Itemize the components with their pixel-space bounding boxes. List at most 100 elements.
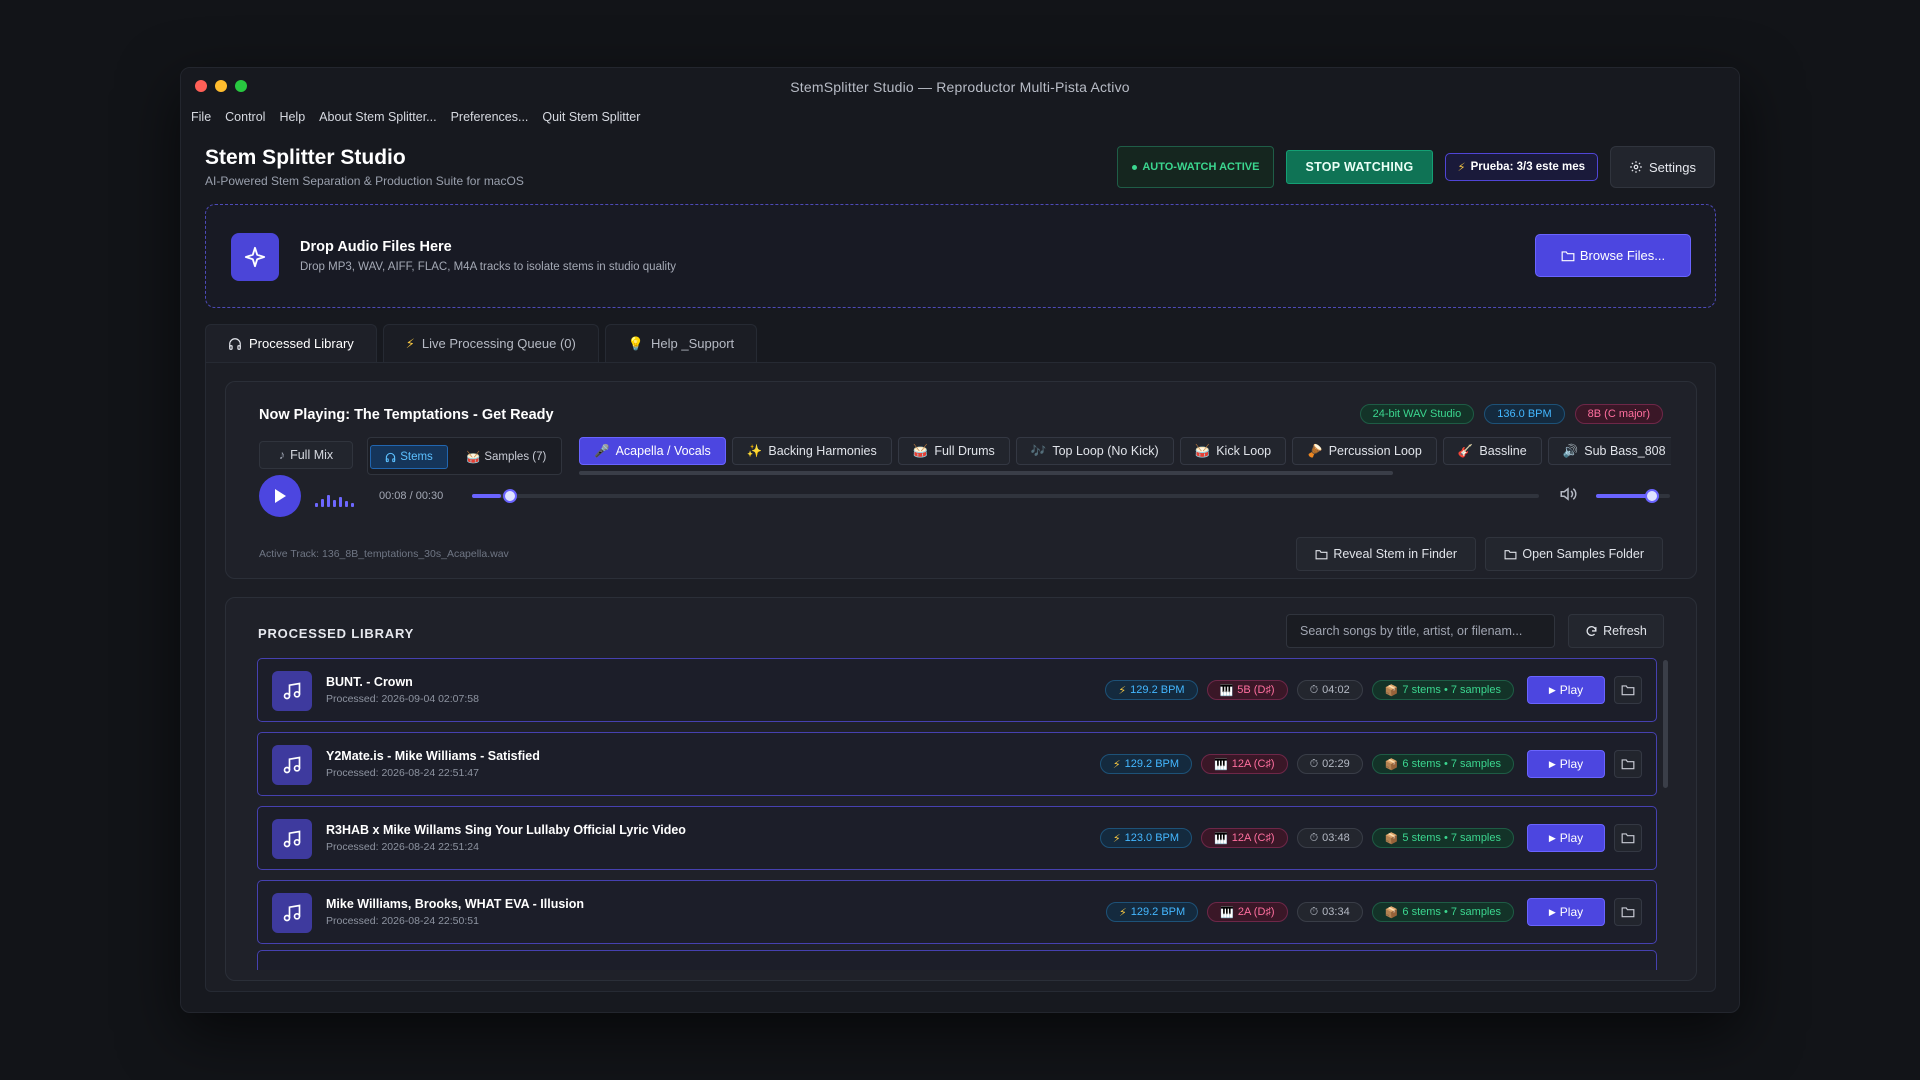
view-toggle: Stems 🥁 Samples (7) [367, 437, 562, 475]
stem-chip-label: Backing Harmonies [768, 444, 877, 458]
volume-icon[interactable] [1559, 486, 1577, 502]
stem-chip-6[interactable]: 🎸 Bassline [1442, 437, 1542, 465]
stem-icon: 🪘 [1307, 443, 1323, 458]
menu-file[interactable]: File [191, 110, 211, 124]
open-samples-folder-button[interactable]: Open Samples Folder [1485, 537, 1663, 571]
play-icon [275, 489, 286, 503]
stems-count-badge: 📦 5 stems • 7 samples [1371, 828, 1514, 848]
list-item[interactable]: Mike Williams, Brooks, WHAT EVA - Illusi… [257, 880, 1657, 944]
open-folder-button[interactable] [1614, 750, 1642, 778]
stem-chip-5[interactable]: 🪘 Percussion Loop [1292, 437, 1437, 465]
maximize-window-button[interactable] [235, 80, 247, 92]
stem-chip-7[interactable]: 🔊 Sub Bass_808 [1547, 437, 1671, 465]
seek-handle[interactable] [502, 489, 517, 503]
stem-controls: ♪ Full Mix Stems 🥁 Samples (7) 🎤 Acapella… [259, 437, 1671, 477]
piano-icon: 🎹 [1214, 758, 1228, 771]
library-title: PROCESSED LIBRARY [258, 626, 415, 641]
list-item[interactable]: BUNT. - Crown Processed: 2026-09-04 02:07… [257, 658, 1657, 722]
bpm-value: 123.0 BPM [1124, 832, 1180, 844]
full-mix-label: Full Mix [290, 448, 334, 462]
stem-icon: 🎤 [594, 443, 610, 458]
key-badge: 🎹 5B (D♯) [1206, 680, 1288, 700]
minimize-window-button[interactable] [215, 80, 227, 92]
full-mix-button[interactable]: ♪ Full Mix [259, 441, 353, 469]
play-button[interactable]: ▶ Play [1527, 750, 1605, 778]
reveal-stem-button[interactable]: Reveal Stem in Finder [1296, 537, 1476, 571]
sparkle-icon [231, 233, 279, 281]
play-icon: ▶ [1548, 758, 1556, 769]
stem-icon: 🔊 [1562, 443, 1579, 458]
list-item[interactable] [257, 950, 1657, 970]
bpm-badge: ⚡ 123.0 BPM [1099, 828, 1193, 848]
samples-toggle[interactable]: 🥁 Samples (7) [466, 445, 546, 469]
stem-chip-4[interactable]: 🥁 Kick Loop [1179, 437, 1287, 465]
stems-count-value: 6 stems • 7 samples [1402, 906, 1501, 918]
stem-chip-label: Kick Loop [1216, 444, 1272, 458]
seek-bar[interactable] [472, 489, 1539, 503]
menu-preferences[interactable]: Preferences... [451, 110, 529, 124]
library-scrollbar[interactable] [1663, 660, 1668, 788]
stems-count-badge: 📦 6 stems • 7 samples [1371, 902, 1514, 922]
gear-icon [1630, 161, 1642, 173]
header-actions: AUTO-WATCH ACTIVE STOP WATCHING ⚡ Prueba… [1117, 146, 1715, 188]
settings-button[interactable]: Settings [1610, 146, 1715, 188]
library-list: BUNT. - Crown Processed: 2026-09-04 02:07… [257, 658, 1657, 954]
play-button[interactable]: ▶ Play [1527, 898, 1605, 926]
play-icon: ▶ [1548, 684, 1556, 695]
browse-files-button[interactable]: Browse Files... [1535, 234, 1691, 277]
menu-control[interactable]: Control [225, 110, 265, 124]
bpm-value: 129.2 BPM [1124, 758, 1180, 770]
list-item[interactable]: Y2Mate.is - Mike Williams - Satisfied Pro… [257, 732, 1657, 796]
piano-icon: 🎹 [1219, 684, 1234, 697]
level-meter-icon [315, 485, 354, 507]
bpm-badge: 136.0 BPM [1484, 404, 1565, 424]
browse-label: Browse Files... [1579, 248, 1666, 263]
processed-date: Processed: 2026-08-24 22:50:51 [326, 915, 479, 927]
list-item[interactable]: R3HAB x Mike Willams Sing Your Lullaby O… [257, 806, 1657, 870]
open-folder-button[interactable] [1614, 676, 1642, 704]
tab-live-queue[interactable]: ⚡ Live Processing Queue (0) [382, 324, 599, 362]
duration-badge: ⏱ 04:02 [1296, 680, 1363, 700]
stem-chip-label: Sub Bass_808 [1584, 444, 1666, 458]
volume-slider[interactable] [1596, 489, 1670, 503]
song-title: BUNT. - Crown [326, 675, 413, 689]
play-button[interactable]: ▶ Play [1527, 824, 1605, 852]
music-note-icon [272, 671, 312, 711]
stem-chip-2[interactable]: 🥁 Full Drums [897, 437, 1010, 465]
tab-processed-library[interactable]: Processed Library [205, 324, 377, 362]
open-folder-button[interactable] [1614, 898, 1642, 926]
refresh-label: Refresh [1603, 624, 1647, 638]
menu-about[interactable]: About Stem Splitter... [319, 110, 436, 124]
refresh-button[interactable]: Refresh [1568, 614, 1664, 648]
now-playing-panel: Now Playing: The Temptations - Get Ready… [225, 381, 1697, 579]
play-icon: ▶ [1548, 832, 1556, 843]
volume-handle[interactable] [1644, 489, 1659, 503]
bpm-value: 129.2 BPM [1130, 906, 1186, 918]
key-value: 12A (C♯) [1231, 832, 1275, 844]
play-button[interactable]: ▶ Play [1527, 676, 1605, 704]
play-button[interactable] [259, 475, 301, 517]
play-label: Play [1559, 831, 1584, 845]
tab-help-support[interactable]: 💡 Help _Support [604, 324, 758, 362]
stem-chip-strip[interactable]: 🎤 Acapella / Vocals ✨ Backing Harmonies 🥁 Ful… [579, 437, 1671, 479]
timer-icon: ⏱ [1309, 831, 1319, 844]
app-header: Stem Splitter Studio AI-Powered Stem Sep… [205, 146, 1715, 196]
song-title: R3HAB x Mike Willams Sing Your Lullaby O… [326, 823, 686, 837]
stems-toggle[interactable]: Stems [370, 445, 448, 469]
bpm-value: 129.2 BPM [1130, 684, 1185, 696]
stem-chip-0[interactable]: 🎤 Acapella / Vocals [579, 437, 726, 465]
folder-icon [1561, 250, 1575, 261]
menu-help[interactable]: Help [279, 110, 305, 124]
stem-chip-1[interactable]: ✨ Backing Harmonies [731, 437, 892, 465]
play-label: Play [1559, 757, 1584, 771]
play-label: Play [1559, 683, 1584, 697]
library-search-input[interactable] [1286, 614, 1555, 648]
stem-chip-track: 🎤 Acapella / Vocals ✨ Backing Harmonies 🥁 Ful… [579, 437, 1671, 465]
menu-quit[interactable]: Quit Stem Splitter [542, 110, 640, 124]
open-folder-button[interactable] [1614, 824, 1642, 852]
stop-watching-button[interactable]: STOP WATCHING [1286, 150, 1433, 184]
stem-chip-3[interactable]: 🎶 Top Loop (No Kick) [1015, 437, 1174, 465]
folder-icon [1621, 684, 1635, 696]
drop-zone[interactable]: Drop Audio Files Here Drop MP3, WAV, AIF… [205, 204, 1716, 308]
close-window-button[interactable] [195, 80, 207, 92]
